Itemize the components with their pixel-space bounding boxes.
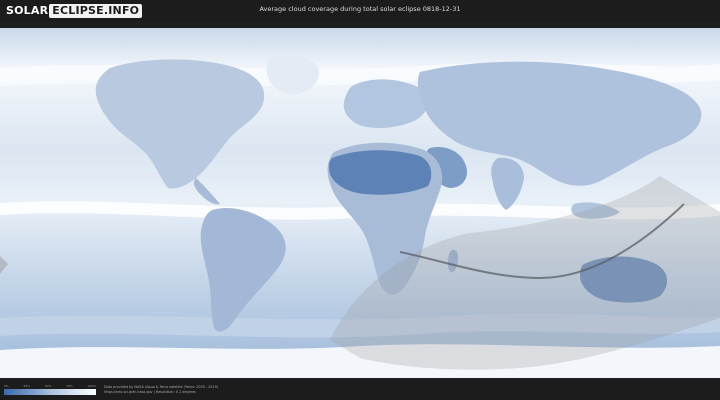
logo-eclipse-text: ECLIPSE.INFO bbox=[49, 3, 143, 18]
page-title: Average cloud coverage during total sola… bbox=[259, 5, 461, 13]
legend-tick: 50% bbox=[44, 384, 52, 388]
legend-tick: 75% bbox=[66, 384, 73, 388]
legend-tick: 100% bbox=[87, 384, 96, 388]
legend-tick: 0% bbox=[4, 384, 9, 388]
cloud-coverage-map bbox=[0, 28, 720, 378]
cloud-coverage-legend: 0% 25% 50% 75% 100% bbox=[4, 384, 96, 395]
legend-tick: 25% bbox=[23, 384, 31, 388]
site-logo[interactable]: SOLAR ECLIPSE.INFO bbox=[6, 3, 143, 18]
data-credit: Data provided by NASA (Aqua & Terra sate… bbox=[104, 385, 218, 395]
sahara-clear-region bbox=[328, 150, 432, 195]
credit-line-url[interactable]: https://neo.sci.gsfc.nasa.gov | Resoluti… bbox=[104, 390, 218, 395]
logo-solar-text: SOLAR bbox=[6, 4, 49, 17]
legend-ticks: 0% 25% 50% 75% 100% bbox=[4, 384, 96, 388]
legend-color-bar bbox=[4, 389, 96, 395]
